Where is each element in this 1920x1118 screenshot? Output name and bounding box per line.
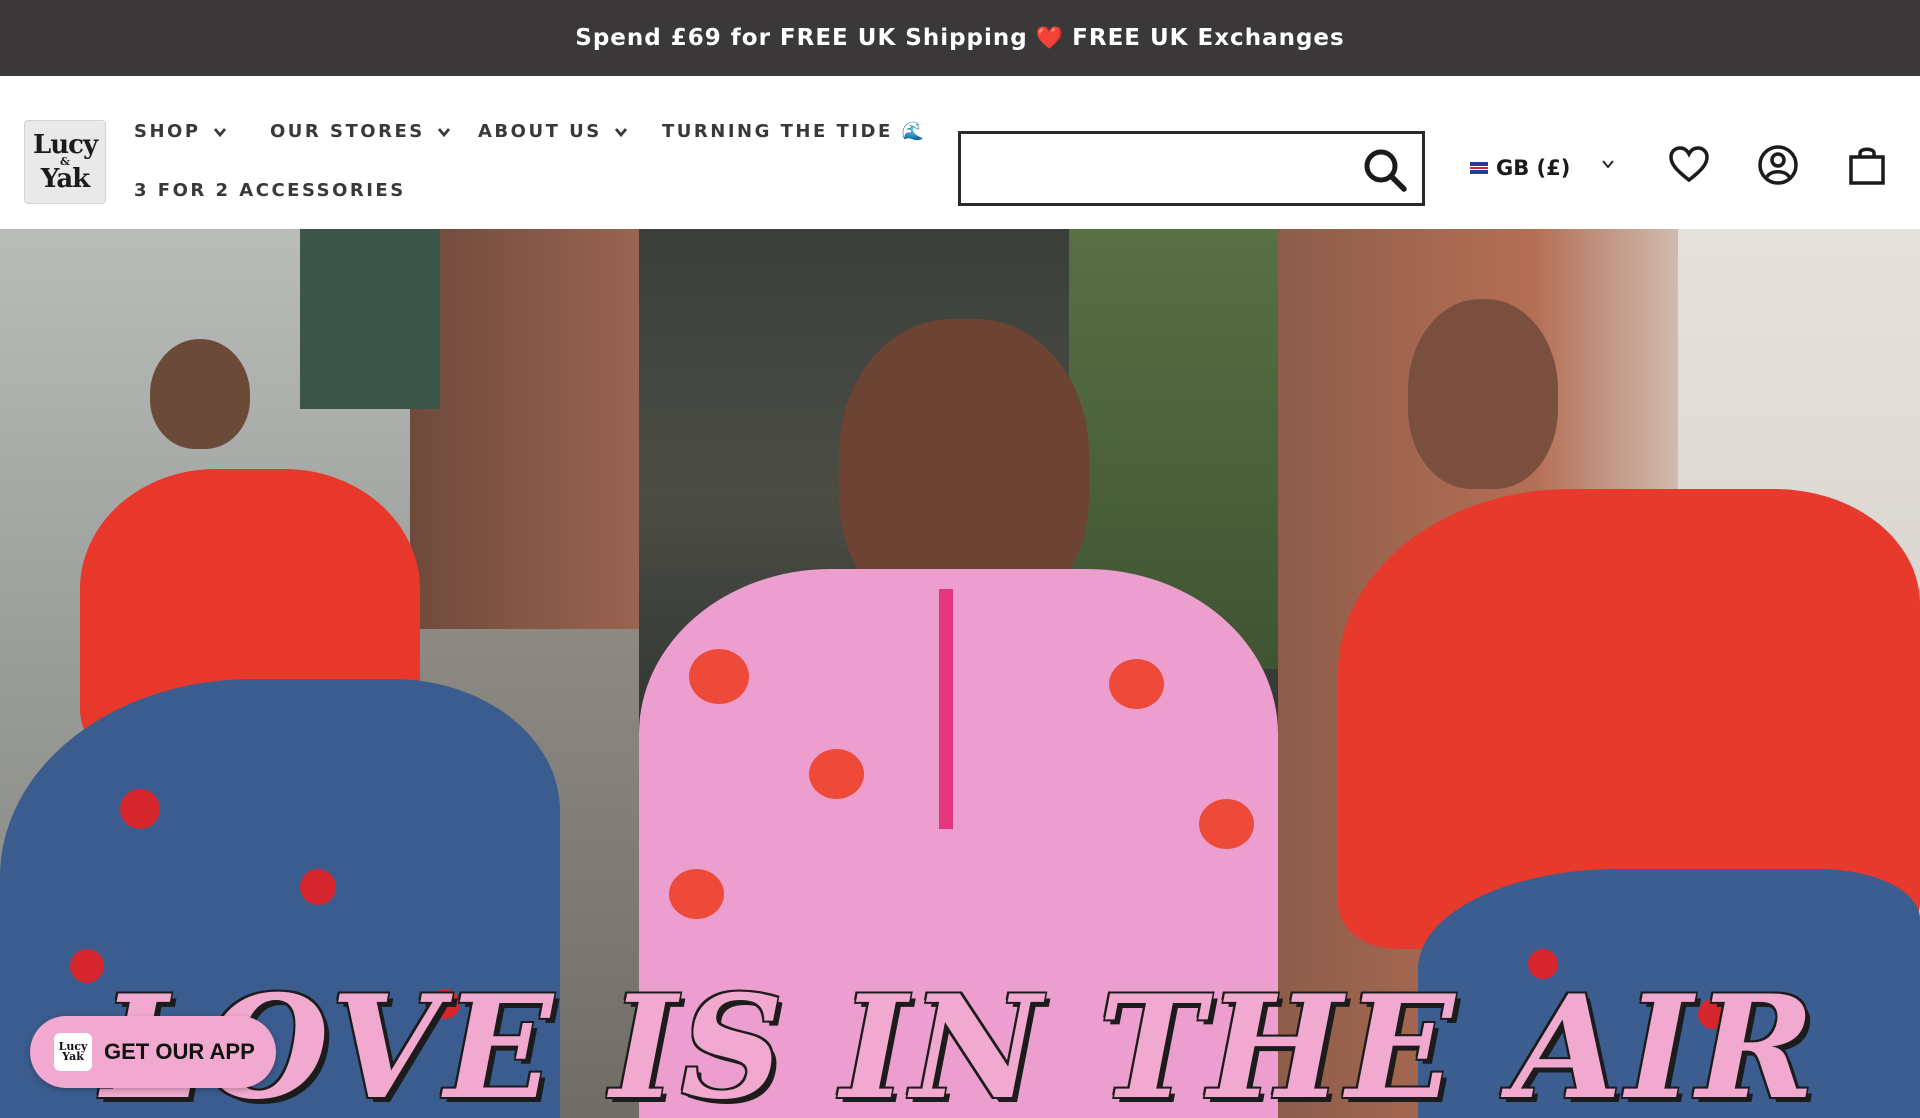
chevron-down-icon [437,127,450,137]
hero-banner[interactable]: LOVE IS IN THE AIR [0,229,1920,1118]
hero-title: LOVE IS IN THE AIR [101,965,1819,1118]
get-app-button[interactable]: Lucy Yak GET OUR APP [30,1016,276,1088]
logo-text-top: Lucy [32,130,98,160]
search-bar [958,131,1425,206]
nav-item-our-stores[interactable]: OUR STORES [270,121,451,142]
nav-label-our-stores: OUR STORES [270,121,425,142]
brand-logo[interactable]: Lucy & Yak [24,120,106,204]
account-icon[interactable] [1757,144,1799,186]
chevron-down-icon [213,127,226,137]
nav-label-3-for-2: 3 FOR 2 ACCESSORIES [134,180,406,201]
announcement-text-exchanges: FREE UK Exchanges [1072,25,1345,51]
bag-icon[interactable] [1846,144,1888,186]
nav-label-turning-the-tide: TURNING THE TIDE 🌊 [662,121,927,142]
currency-selector[interactable]: GB (£) [1470,148,1620,188]
chevron-down-icon [614,127,627,137]
app-logo-text-bottom: Yak [62,1050,84,1063]
nav-item-3-for-2-accessories[interactable]: 3 FOR 2 ACCESSORIES [134,180,406,201]
announcement-text-shipping: Spend £69 for FREE UK Shipping [575,25,1028,51]
get-app-label: GET OUR APP [104,1039,255,1064]
nav-item-about-us[interactable]: ABOUT US [478,121,628,142]
nav-label-about-us: ABOUT US [478,121,602,142]
nav-item-shop[interactable]: SHOP [134,121,227,142]
site-header: Lucy & Yak SHOP OUR STORES ABOUT US TURN… [0,76,1920,229]
announcement-bar: Spend £69 for FREE UK Shipping ❤️ FREE U… [0,0,1920,76]
uk-flag-icon [1470,162,1488,174]
search-input[interactable] [975,134,1355,200]
nav-label-shop: SHOP [134,121,201,142]
chevron-down-icon[interactable] [1600,156,1616,172]
logo-text-bottom: Yak [40,164,90,194]
app-logo-icon: Lucy Yak [54,1033,92,1071]
currency-label: GB (£) [1496,156,1571,180]
search-icon[interactable] [1362,147,1408,193]
heart-icon[interactable] [1668,144,1710,186]
nav-item-turning-the-tide[interactable]: TURNING THE TIDE 🌊 [662,121,926,142]
heart-emoji-icon: ❤️ [1035,25,1065,51]
